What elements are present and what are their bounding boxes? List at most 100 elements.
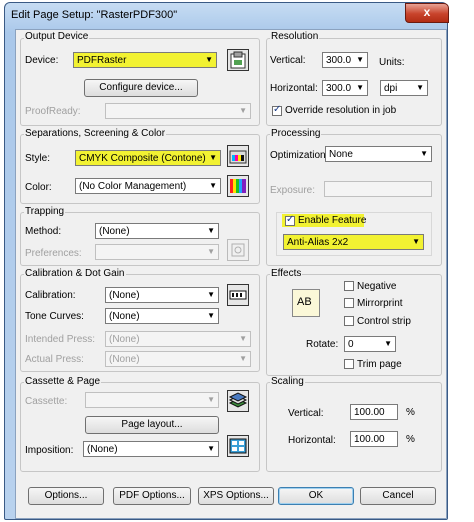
close-button[interactable]: x	[405, 3, 449, 23]
color-select[interactable]: (No Color Management) ▼	[75, 178, 221, 194]
chevron-down-icon: ▼	[420, 149, 428, 158]
chevron-down-icon: ▼	[384, 339, 392, 348]
scale-horizontal-label: Horizontal:	[288, 435, 336, 446]
scaling-group	[266, 382, 442, 472]
chevron-down-icon: ▼	[207, 247, 215, 256]
printer-device-icon[interactable]	[227, 49, 249, 71]
chevron-down-icon: ▼	[205, 55, 213, 64]
pdf-options-button[interactable]: PDF Options...	[113, 487, 191, 505]
chevron-down-icon: ▼	[412, 237, 420, 246]
proofready-select[interactable]: ▼	[105, 103, 251, 119]
cassette-stack-icon[interactable]	[227, 390, 249, 412]
negative-checkbox[interactable]	[344, 281, 354, 291]
trapping-legend: Trapping	[24, 206, 66, 217]
trim-page-label: Trim page	[357, 359, 402, 370]
units-select[interactable]: dpi ▼	[380, 80, 428, 96]
imposition-label: Imposition:	[25, 445, 74, 456]
dialog-client: Output Device Device: PDFRaster ▼ Configu…	[15, 29, 447, 519]
imposition-select[interactable]: (None) ▼	[83, 441, 219, 457]
feature-select[interactable]: Anti-Alias 2x2 ▼	[283, 234, 424, 250]
optimization-select[interactable]: None ▼	[325, 146, 432, 162]
chevron-down-icon: ▼	[239, 334, 247, 343]
intended-press-label: Intended Press:	[25, 334, 96, 345]
actual-press-select[interactable]: (None) ▼	[105, 351, 251, 367]
res-horizontal-label: Horizontal:	[270, 83, 318, 94]
effects-legend: Effects	[270, 268, 303, 279]
cassette-label: Cassette:	[25, 396, 68, 407]
ok-button[interactable]: OK	[278, 487, 354, 505]
override-resolution-checkbox[interactable]	[272, 104, 282, 116]
chevron-down-icon: ▼	[207, 395, 215, 404]
xps-options-button[interactable]: XPS Options...	[198, 487, 274, 505]
cancel-button[interactable]: Cancel	[360, 487, 436, 505]
scale-horizontal-field[interactable]: 100.00	[350, 431, 398, 447]
scale-horizontal-percent: %	[406, 434, 415, 445]
options-button[interactable]: Options...	[28, 487, 104, 505]
chevron-down-icon: ▼	[209, 181, 217, 190]
actual-press-label: Actual Press:	[25, 354, 84, 365]
imposition-icon[interactable]	[227, 435, 249, 457]
device-label: Device:	[25, 55, 59, 66]
calibration-legend: Calibration & Dot Gain	[24, 268, 126, 279]
enable-feature-label: Enable Feature	[298, 215, 367, 226]
mirrorprint-label: Mirrorprint	[357, 298, 403, 309]
dialog-window: Edit Page Setup: "RasterPDF300" x Output…	[4, 2, 449, 520]
style-printer-icon[interactable]	[227, 145, 249, 167]
res-horizontal-select[interactable]: 300.0 ▼	[322, 80, 368, 96]
scale-vertical-percent: %	[406, 407, 415, 418]
separations-legend: Separations, Screening & Color	[24, 128, 167, 139]
exposure-label: Exposure:	[270, 185, 316, 196]
optimization-label: Optimization:	[270, 150, 329, 161]
style-select[interactable]: CMYK Composite (Contone) ▼	[75, 150, 221, 166]
chevron-down-icon: ▼	[207, 290, 215, 299]
exposure-field[interactable]	[324, 181, 432, 197]
calibration-select[interactable]: (None) ▼	[105, 287, 219, 303]
res-vertical-label: Vertical:	[270, 55, 306, 66]
window-title: Edit Page Setup: "RasterPDF300"	[11, 9, 178, 21]
style-label: Style:	[25, 153, 51, 164]
method-label: Method:	[25, 226, 62, 237]
calibration-icon[interactable]	[227, 284, 249, 306]
chevron-down-icon: ▼	[207, 444, 215, 453]
output-device-legend: Output Device	[24, 31, 90, 42]
units-label: Units:	[379, 57, 405, 68]
effects-preview: AB	[292, 289, 320, 317]
cassette-select[interactable]: ▼	[85, 392, 219, 408]
control-strip-label: Control strip	[357, 316, 411, 327]
chevron-down-icon: ▼	[239, 106, 247, 115]
control-strip-checkbox[interactable]	[344, 316, 354, 326]
rotate-label: Rotate:	[306, 339, 339, 350]
chevron-down-icon: ▼	[207, 226, 215, 235]
configure-device-button[interactable]: Configure device...	[84, 79, 198, 97]
chevron-down-icon: ▼	[207, 311, 215, 320]
enable-feature-checkbox[interactable]	[285, 214, 295, 226]
method-select[interactable]: (None) ▼	[95, 223, 219, 239]
trim-page-checkbox[interactable]	[344, 359, 354, 369]
scaling-legend: Scaling	[270, 376, 305, 387]
negative-label: Negative	[357, 281, 397, 292]
trapping-icon	[227, 239, 249, 261]
processing-legend: Processing	[270, 128, 322, 139]
chevron-down-icon: ▼	[356, 83, 364, 92]
tone-curves-select[interactable]: (None) ▼	[105, 308, 219, 324]
device-select[interactable]: PDFRaster ▼	[73, 52, 217, 68]
override-resolution-label: Override resolution in job	[285, 105, 397, 116]
res-vertical-select[interactable]: 300.0 ▼	[322, 52, 368, 68]
scale-vertical-field[interactable]: 100.00	[350, 404, 398, 420]
color-bars-icon[interactable]	[227, 175, 249, 197]
page-layout-button[interactable]: Page layout...	[85, 416, 219, 434]
intended-press-select[interactable]: (None) ▼	[105, 331, 251, 347]
scale-vertical-label: Vertical:	[288, 408, 324, 419]
cassette-legend: Cassette & Page	[24, 376, 102, 387]
calibration-label: Calibration:	[25, 290, 76, 301]
chevron-down-icon: ▼	[356, 55, 364, 64]
chevron-down-icon: ▼	[209, 153, 217, 162]
preferences-select[interactable]: ▼	[95, 244, 219, 260]
rotate-select[interactable]: 0 ▼	[344, 336, 396, 352]
mirrorprint-checkbox[interactable]	[344, 298, 354, 308]
resolution-legend: Resolution	[270, 31, 320, 42]
color-label: Color:	[25, 182, 52, 193]
tone-curves-label: Tone Curves:	[25, 311, 84, 322]
chevron-down-icon: ▼	[239, 354, 247, 363]
preferences-label: Preferences:	[25, 248, 82, 259]
